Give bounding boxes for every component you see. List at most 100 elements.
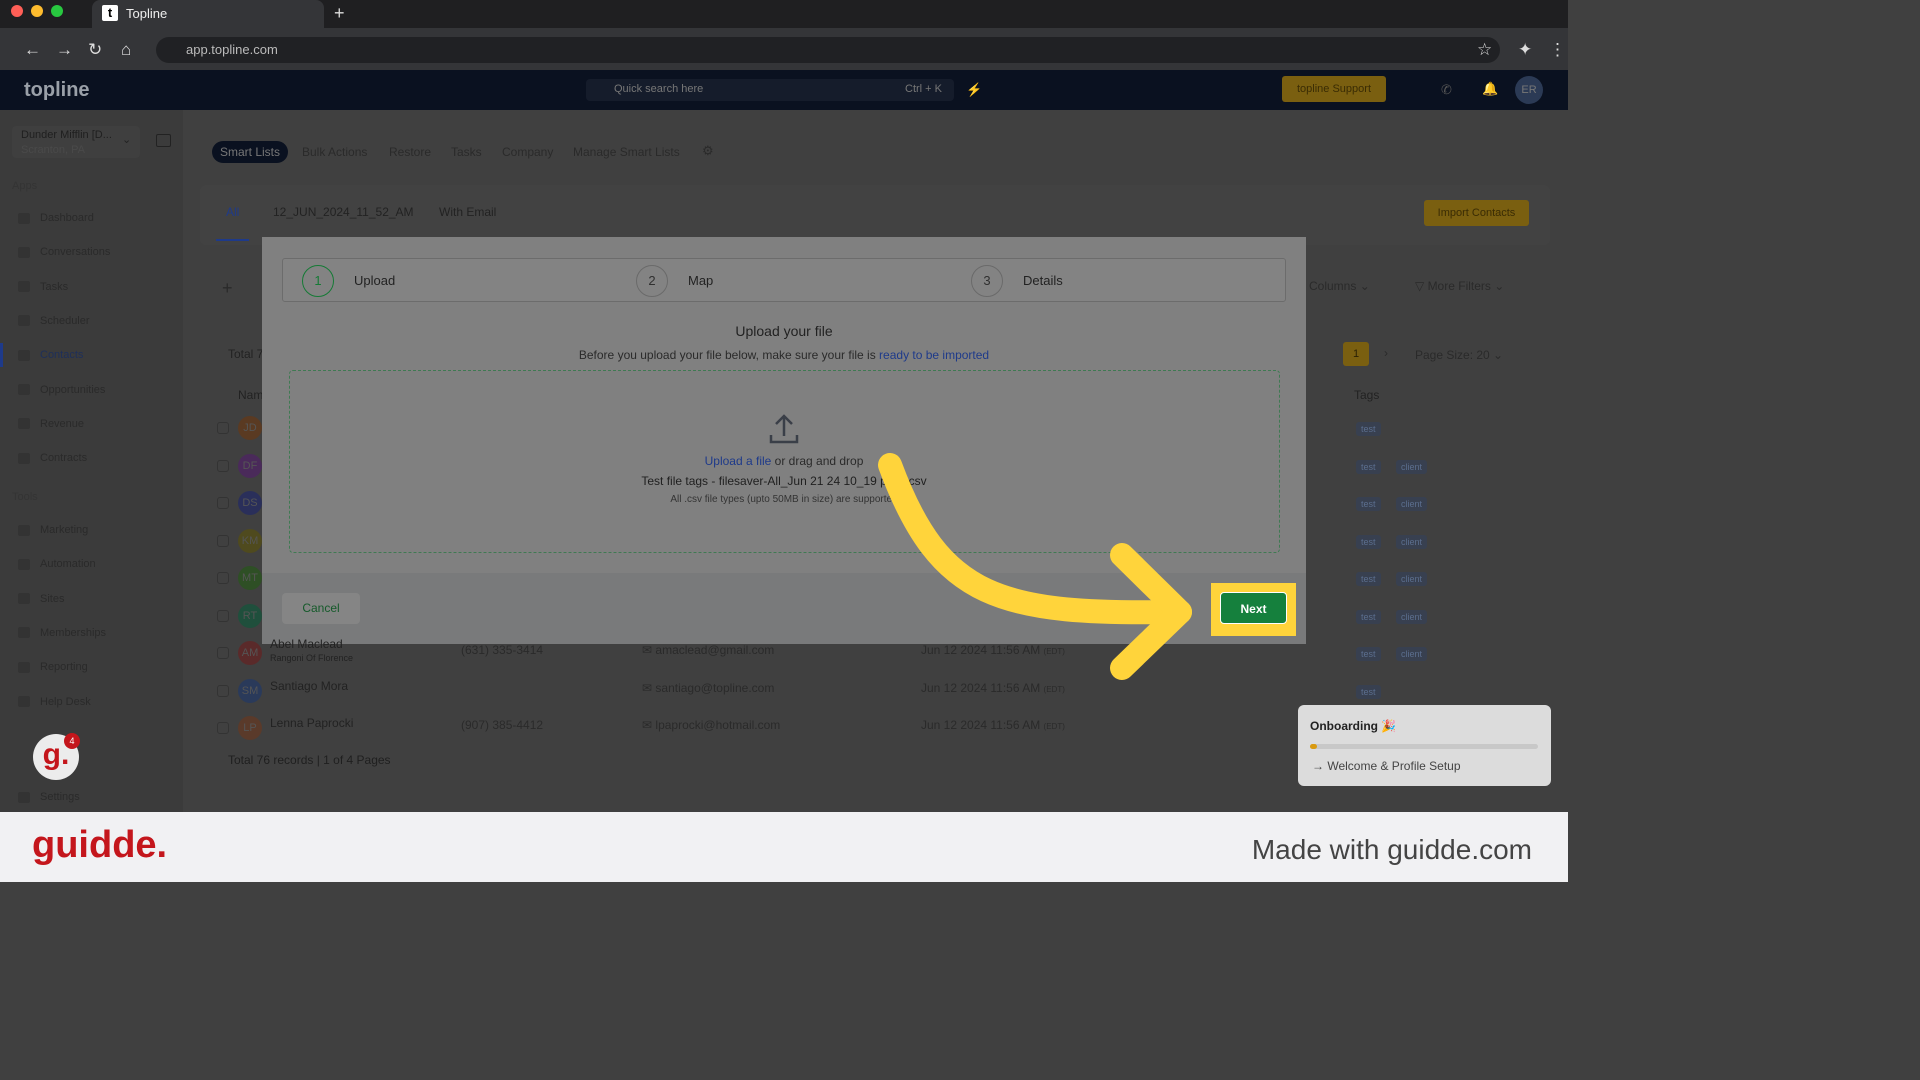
timezone: (EDT) [1043,684,1065,694]
table-row[interactable]: RT test client [212,598,1542,635]
tag-badge: client [1396,459,1428,474]
revenue-icon [18,418,30,430]
tag-badge: test [1356,684,1381,699]
dashboard-icon [18,212,30,224]
table-row[interactable]: KM test client [212,523,1542,560]
avatar: MT [238,566,262,590]
contact-name[interactable]: Abel Maclead [270,637,343,651]
sidebar-item-label: Scheduler [40,314,90,327]
sidebar-item-label: Revenue [40,417,85,430]
email-text: santiago@topline.com [655,680,775,695]
sidebar-item-contracts[interactable]: Contracts [18,452,87,464]
automation-icon [18,558,30,570]
tag-badge: test [1356,609,1381,624]
sidebar-item-label: Automation [40,558,96,571]
contact-company: Rangoni Of Florence [270,653,354,663]
list-tab[interactable]: 12_JUN_2024_11_52_AM [273,205,414,219]
sidebar-item-marketing[interactable]: Marketing [18,524,88,536]
tag-badge: test [1356,422,1381,436]
date-text: Jun 12 2024 11:56 AM [921,718,1041,732]
contact-date: Jun 12 2024 11:56 AM (EDT) [921,718,1065,732]
table-row[interactable]: AM Abel Maclead Rangoni Of Florence (631) 3… [212,635,1542,672]
tab-manage-smart-lists[interactable]: Manage Smart Lists [565,141,688,163]
tag-badge: client [1396,609,1428,624]
sidebar-item-help-desk[interactable]: Help Desk [18,696,91,708]
help-desk-icon [18,696,30,707]
reporting-icon [18,661,30,673]
sidebar-item-label: Contacts [40,349,84,362]
row-checkbox[interactable] [217,534,229,547]
avatar: RT [238,603,262,628]
table-row[interactable]: DS test client [212,485,1542,522]
marketing-icon [18,524,30,536]
row-checkbox[interactable] [217,684,229,697]
tag-badge: test [1356,534,1381,549]
contact-email: ✉ lpaprocki@hotmail.com [642,718,780,732]
email-icon: ✉ [642,643,653,657]
row-checkbox[interactable] [217,497,229,509]
tab-company[interactable]: Company [494,141,561,163]
sidebar-item-label: Sites [40,592,65,605]
contact-phone: (631) 335-3414 [461,643,544,657]
contact-name[interactable]: Santiago Mora [270,679,348,693]
avatar: KM [238,528,262,553]
contact-phone: (907) 385-4412 [461,718,544,732]
tab-restore[interactable]: Restore [381,141,439,163]
table-row[interactable]: JD test [212,410,1542,447]
date-text: Jun 12 2024 11:56 AM [921,643,1041,657]
table-row[interactable]: SM Santiago Mora ✉ santiago@topline.com J… [212,673,1542,710]
email-text: amaclead@gmail.com [655,643,775,657]
table-row[interactable]: MT test client [212,560,1542,597]
tag-badge: test [1356,647,1381,661]
row-checkbox[interactable] [217,459,229,472]
tasks-icon [18,281,30,293]
contracts-icon [18,452,30,464]
sidebar-item-label: Marketing [40,524,89,536]
row-checkbox[interactable] [217,572,229,584]
memberships-icon [18,627,30,639]
row-checkbox[interactable] [217,647,229,659]
avatar: LP [238,716,262,740]
tag-badge: client [1396,647,1428,661]
tag-badge: test [1356,497,1381,511]
guidde-footer: guidde. Made with guidde.com [0,812,1568,882]
guidde-tagline: Made with guidde.com [1251,834,1532,865]
avatar: DS [238,491,262,515]
email-icon: ✉ [642,718,653,732]
sidebar-item-automation[interactable]: Automation [18,558,96,570]
sidebar-item-label: Opportunities [40,383,106,396]
email-icon: ✉ [642,680,653,695]
sidebar-item-tasks[interactable]: Tasks [18,281,68,293]
tab-smart-lists[interactable]: Smart Lists [212,141,289,163]
conversations-icon [18,246,30,258]
sidebar-item-scheduler[interactable]: Scheduler [18,315,90,327]
sidebar-item-dashboard[interactable]: Dashboard [18,212,94,224]
tag-badge: client [1396,534,1428,549]
list-tab[interactable]: All [226,205,239,219]
sites-icon [18,593,30,605]
row-checkbox[interactable] [217,722,229,734]
table-row[interactable]: LP Lenna Paprocki (907) 385-4412 ✉ lpaproc… [212,710,1542,747]
onboarding-item[interactable]: → Welcome & Profile Setup [1312,759,1461,773]
table-row[interactable]: DF test client [212,448,1542,485]
tab-tasks[interactable]: Tasks [443,141,490,163]
sidebar-item-sites[interactable]: Sites [18,593,64,605]
row-checkbox[interactable] [217,422,229,434]
row-checkbox[interactable] [217,609,229,622]
sidebar-item-reporting[interactable]: Reporting [18,661,88,673]
onboarding-item-label: Welcome & Profile Setup [1327,759,1461,773]
sidebar-item-conversations[interactable]: Conversations [18,246,110,258]
sidebar-item-revenue[interactable]: Revenue [18,418,84,430]
sidebar-item-opportunities[interactable]: Opportunities [18,384,105,396]
list-tab[interactable]: With Email [439,205,496,219]
sidebar-item-label: Tasks [40,280,69,293]
sidebar-item-memberships[interactable]: Memberships [18,627,106,639]
email-text: lpaprocki@hotmail.com [655,718,781,732]
timezone: (EDT) [1043,647,1065,656]
sidebar-item-contacts[interactable]: Contacts [18,349,83,361]
avatar: DF [238,453,262,478]
avatar: JD [238,416,262,440]
tab-bulk-actions[interactable]: Bulk Actions [294,141,375,163]
avatar: SM [238,678,262,703]
contact-name[interactable]: Lenna Paprocki [270,716,353,730]
